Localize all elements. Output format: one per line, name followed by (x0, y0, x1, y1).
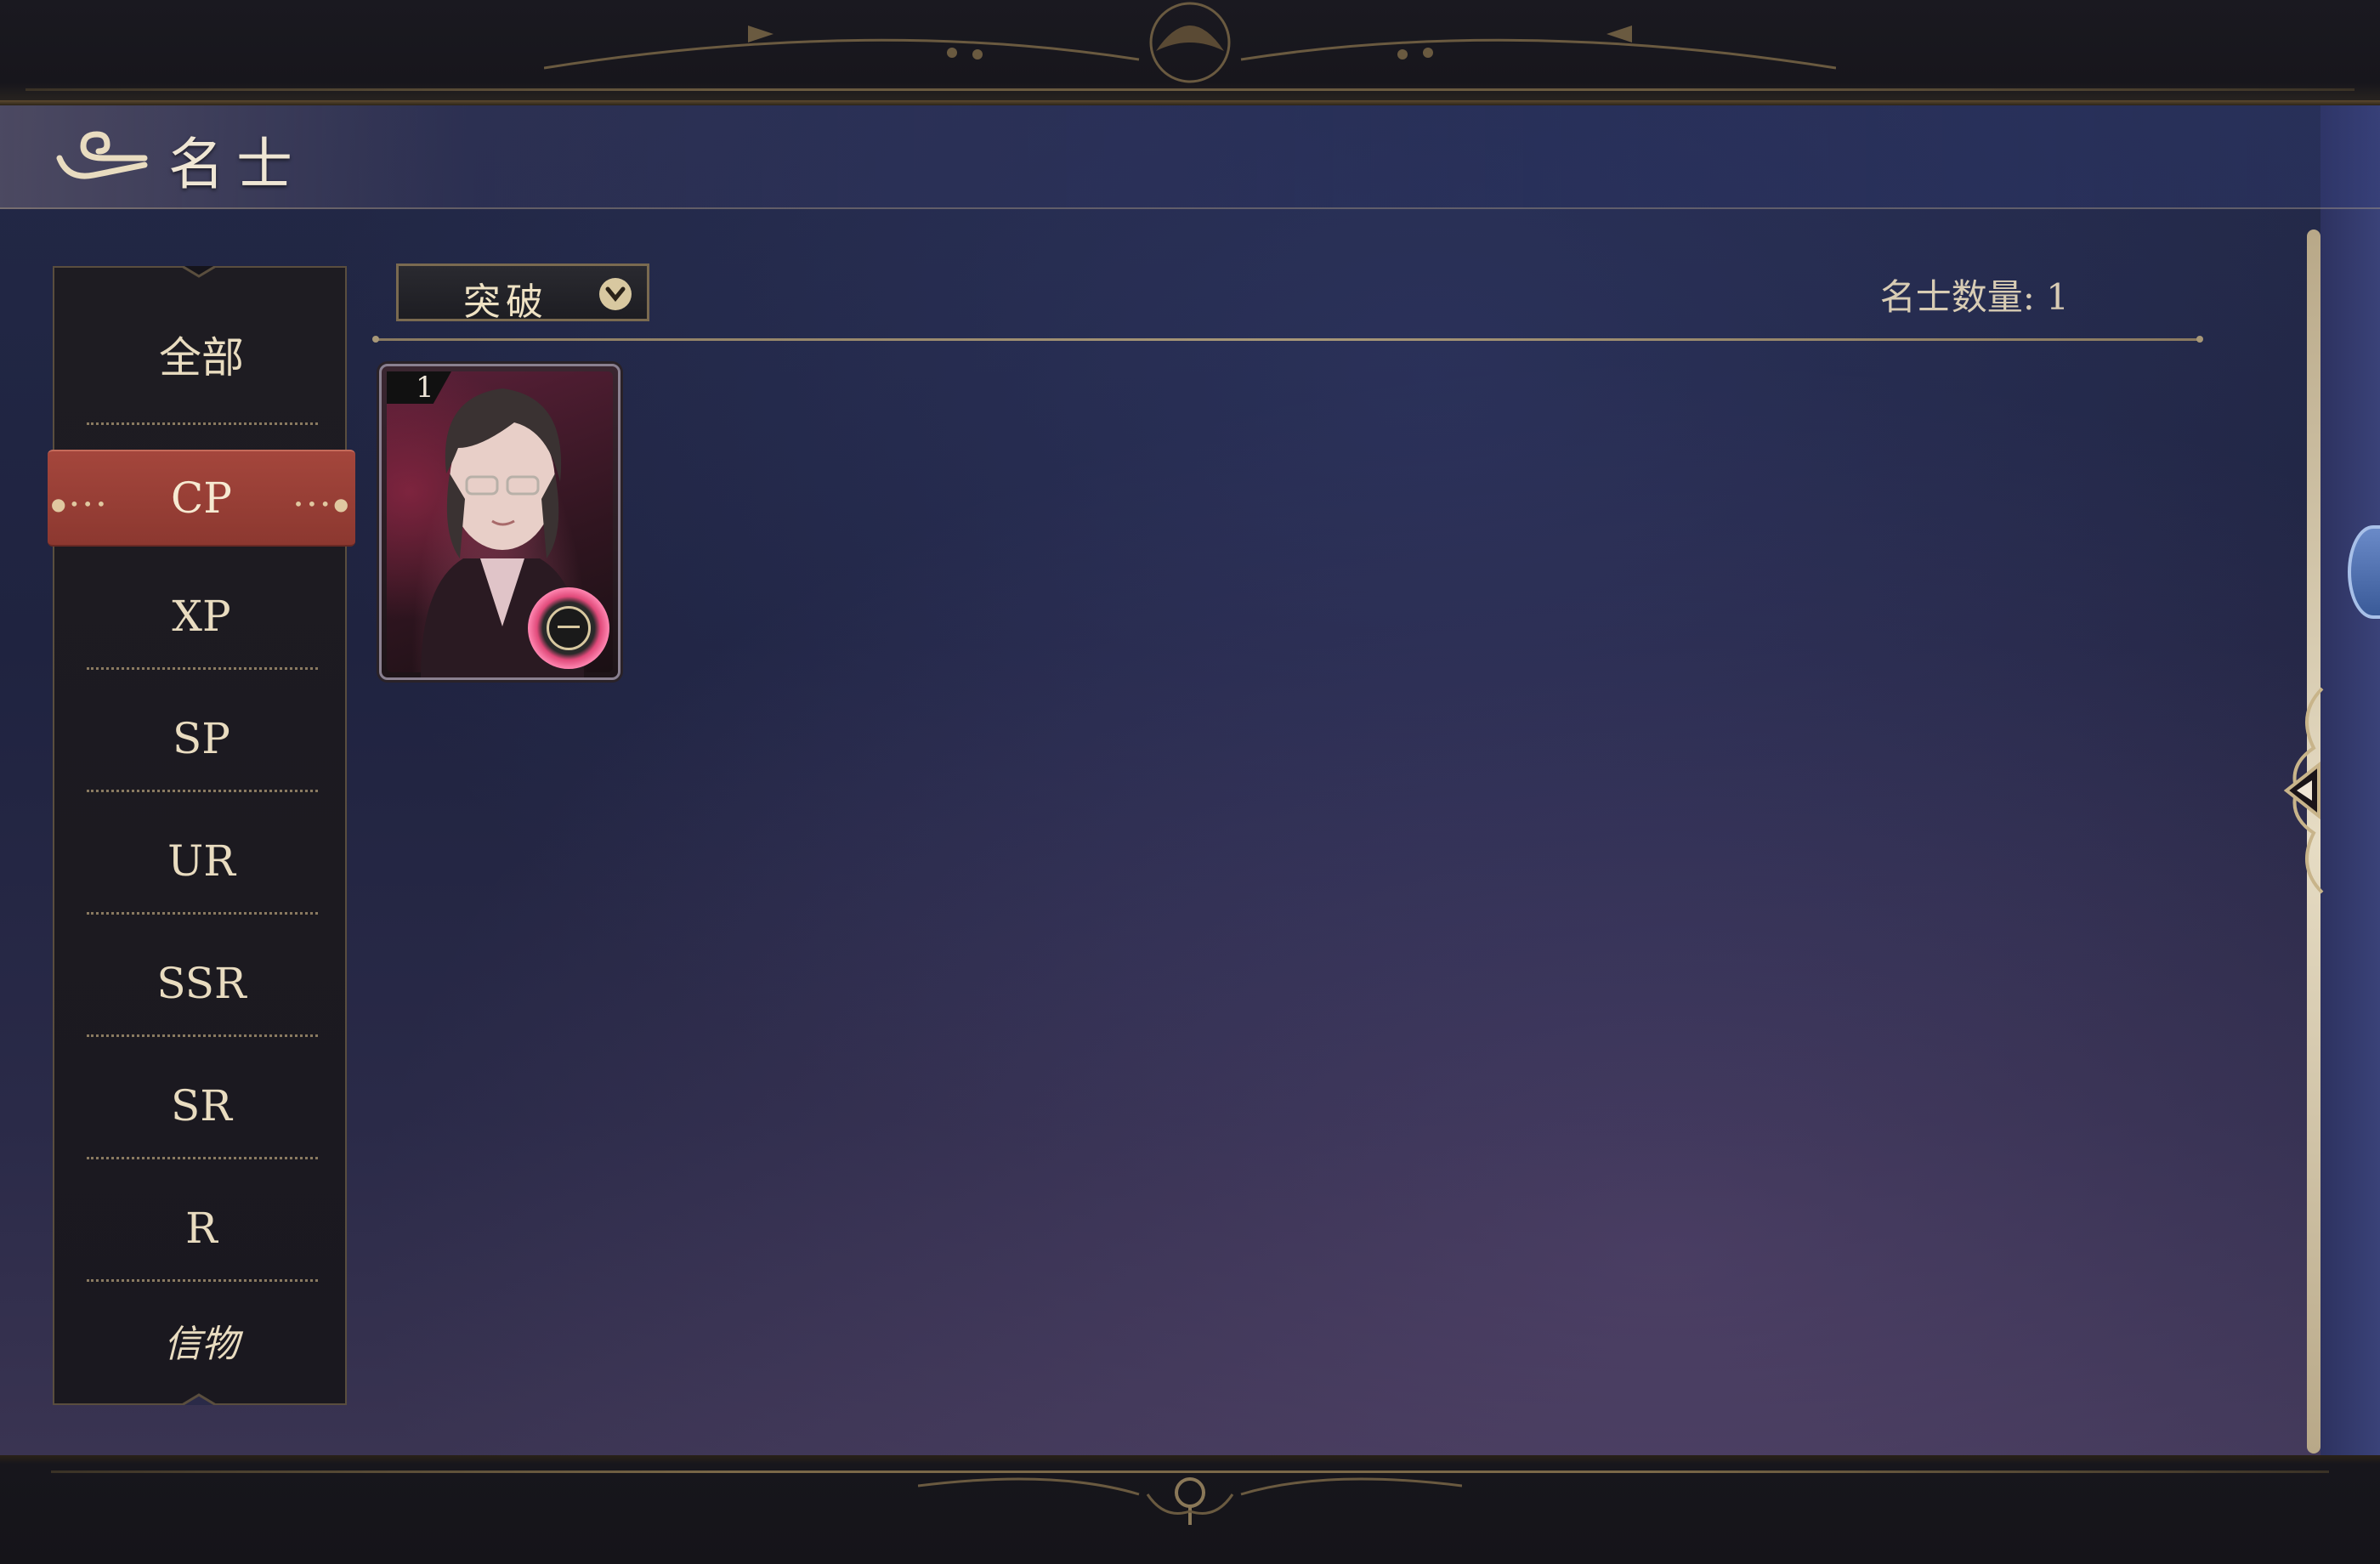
divider (87, 1157, 318, 1159)
sidebar-item-r[interactable]: R (54, 1181, 348, 1276)
sidebar-item-label: SSR (156, 959, 246, 1008)
sidebar-item-label: UR (167, 836, 235, 886)
divider (87, 1279, 318, 1282)
sidebar-item-all[interactable]: 全部 (54, 307, 348, 402)
sidebar-notch-bottom (182, 1393, 216, 1405)
sidebar-item-sp[interactable]: SP (54, 691, 348, 786)
divider (87, 667, 318, 670)
sidebar-item-label: 全部 (159, 333, 244, 382)
sidebar-item-token[interactable]: 信物 (54, 1293, 348, 1388)
category-sidebar: 全部 ●••• CP •••● XP SP UR SSR SR R 信物 (48, 266, 355, 1405)
header-band (0, 105, 2380, 209)
bottom-ornament-icon (918, 1477, 1462, 1525)
game-screen: 名士 全部 ●••• CP •••● XP SP UR SSR SR R 信物 … (0, 0, 2380, 1564)
collapse-arrow-icon[interactable] (2271, 680, 2339, 901)
sidebar-item-label: XP (172, 592, 231, 641)
sidebar-notch-top (182, 266, 216, 278)
badge-core (547, 606, 591, 650)
divider (87, 422, 318, 425)
sidebar-item-cp[interactable]: ●••• CP •••● (48, 450, 355, 547)
top-ornament-icon (544, 2, 1836, 83)
breakthrough-filter-dropdown[interactable]: 突破 (396, 264, 649, 324)
hero-card[interactable]: 1 (379, 364, 620, 680)
sidebar-item-sr[interactable]: SR (54, 1058, 348, 1153)
sidebar-item-ssr[interactable]: SSR (54, 936, 348, 1031)
divider (87, 1034, 318, 1037)
cloud-swirl-icon (56, 131, 148, 179)
divider (87, 790, 318, 792)
dots-right-icon: •••● (293, 494, 352, 514)
sidebar-item-label: 信物 (164, 1323, 239, 1366)
compass-badge-icon (528, 587, 609, 669)
chevron-down-icon (599, 278, 632, 310)
sidebar-item-label: CP (171, 473, 232, 523)
sidebar-item-ur[interactable]: UR (54, 813, 348, 909)
sidebar-item-label: SP (173, 714, 230, 763)
dots-left-icon: ●••• (51, 494, 110, 514)
top-divider-line (26, 88, 2354, 91)
sidebar-item-xp[interactable]: XP (54, 569, 348, 664)
page-title: 名士 (168, 132, 304, 197)
content-divider (372, 336, 2203, 343)
hero-count-text: 名士数量: 1 (1879, 276, 2069, 318)
filter-selected-label: 突破 (463, 280, 548, 324)
divider (87, 912, 318, 915)
top-decor-bar (0, 0, 2380, 105)
sidebar-item-label: R (185, 1204, 218, 1253)
sidebar-item-label: SR (171, 1081, 232, 1130)
